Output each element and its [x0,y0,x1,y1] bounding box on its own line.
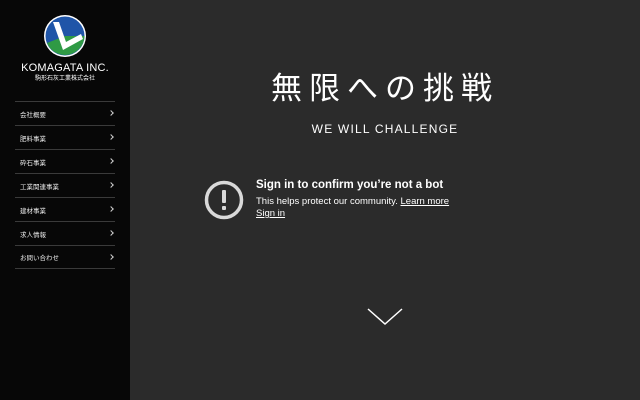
sidebar-item-label: 肥料事業 [20,134,46,143]
sidebar-item-label: 工業関連事業 [20,182,59,191]
chevron-right-icon [108,182,114,188]
main-content: 無限への挑戦 WE WILL CHALLENGE Sign in to conf… [130,0,640,400]
sidebar-item-label: 求人情報 [20,230,46,239]
sidebar-item-crushed-stone[interactable]: 砕石事業 [15,149,115,173]
learn-more-link[interactable]: Learn more [401,196,450,207]
sidebar: KOMAGATA INC. 駒形石灰工業株式会社 会社概要 肥料事業 砕石事業 … [0,0,130,400]
sidebar-item-label: 建材事業 [20,206,46,215]
sidebar-item-industrial[interactable]: 工業関連事業 [15,173,115,197]
sidebar-item-label: 会社概要 [20,110,46,119]
exclamation-circle-icon [204,180,244,220]
hero-subtitle: WE WILL CHALLENGE [311,122,459,136]
sidebar-item-recruit[interactable]: 求人情報 [15,221,115,245]
logo-subtitle: 駒形石灰工業株式会社 [34,75,95,82]
chevron-right-icon [108,134,114,140]
sign-in-link[interactable]: Sign in [256,208,285,220]
logo-mark-icon [44,15,86,57]
logo-name: KOMAGATA INC. [21,62,109,74]
notice-text: This helps protect our community. Learn … [256,196,449,208]
sidebar-item-fertilizer[interactable]: 肥料事業 [15,125,115,149]
chevron-right-icon [108,206,114,212]
chevron-right-icon [108,158,114,164]
sidebar-nav: 会社概要 肥料事業 砕石事業 工業関連事業 建材事業 求人情報 お問い合わせ [15,101,115,269]
sidebar-item-label: 砕石事業 [20,158,46,167]
sidebar-item-label: お問い合わせ [20,254,59,262]
notice-title: Sign in to confirm you’re not a bot [256,179,444,191]
chevron-right-icon [108,110,114,116]
chevron-down-icon[interactable] [367,307,403,327]
sidebar-item-company[interactable]: 会社概要 [15,101,115,125]
sidebar-item-contact[interactable]: お問い合わせ [15,245,115,269]
hero-title: 無限への挑戦 [271,71,499,107]
notice-message: This helps protect our community. [256,196,398,207]
chevron-right-icon [108,254,114,260]
sidebar-item-building-materials[interactable]: 建材事業 [15,197,115,221]
chevron-right-icon [108,230,114,236]
company-logo[interactable]: KOMAGATA INC. 駒形石灰工業株式会社 [0,14,130,83]
